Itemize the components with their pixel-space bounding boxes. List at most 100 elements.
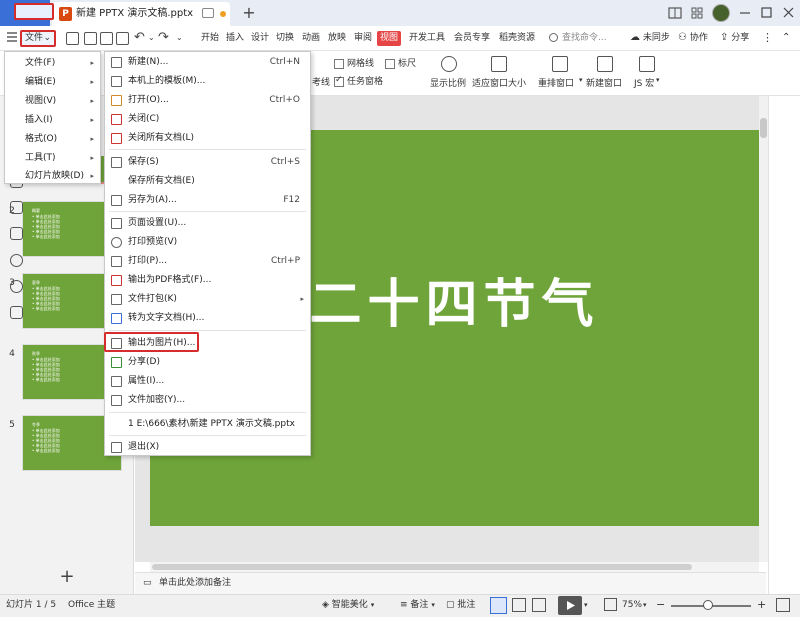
notes-toggle-button[interactable]: ≡ 备注 ▾ <box>400 594 435 616</box>
sorter-view-icon[interactable] <box>512 598 526 612</box>
comments-button[interactable]: ▢ 批注 <box>446 594 475 616</box>
menu-package-file[interactable]: 文件打包(K) ▸ <box>105 290 310 309</box>
maximize-icon[interactable] <box>756 3 778 23</box>
menu-item-tools[interactable]: 工具(T) ▸ <box>5 149 100 168</box>
fullscreen-icon[interactable] <box>776 598 790 612</box>
menu-save-all[interactable]: 保存所有文档(E) <box>105 172 310 191</box>
new-tab-button[interactable]: + <box>240 4 258 22</box>
arrange-window-icon[interactable] <box>552 56 568 72</box>
undo-icon[interactable]: ↶ <box>134 30 145 45</box>
arrange-window-button[interactable]: 重排窗口 <box>538 76 574 89</box>
search-input[interactable]: 查找命令... <box>548 30 620 46</box>
tab-animation[interactable]: 动画 <box>299 26 323 51</box>
menu-local-templates[interactable]: 本机上的模板(M)... <box>105 72 310 91</box>
menu-recent-file[interactable]: 1 E:\666\素材\新建 PPTX 演示文稿.pptx <box>105 415 310 434</box>
avatar[interactable] <box>712 4 730 22</box>
undo-dropdown-icon[interactable]: ⌄ <box>148 33 155 42</box>
task-pane-check[interactable] <box>334 75 344 87</box>
smart-beautify-button[interactable]: ◈ 智能美化 ▾ <box>322 594 374 616</box>
customize-toolbar-icon[interactable]: ⌄ <box>176 33 183 42</box>
menu-close-all[interactable]: 关闭所有文档(L) <box>105 129 310 148</box>
document-tab[interactable]: P 新建 PPTX 演示文稿.pptx <box>52 2 230 26</box>
redo-icon[interactable]: ↷ <box>158 30 169 45</box>
help-icon[interactable] <box>10 280 23 293</box>
location-icon[interactable] <box>10 254 23 267</box>
zoom-slider-handle[interactable] <box>703 600 713 610</box>
zoom-dropdown-icon[interactable]: ▾ <box>643 594 647 616</box>
print-preview-icon[interactable] <box>116 32 129 45</box>
menu-exit[interactable]: 退出(X) <box>105 438 310 457</box>
save-icon[interactable] <box>66 32 79 45</box>
menu-export-pdf[interactable]: 输出为PDF格式(F)... <box>105 271 310 290</box>
menu-print[interactable]: 打印(P)... Ctrl+P <box>105 252 310 271</box>
notes-pane[interactable]: ▭ 单击此处添加备注 <box>135 572 766 594</box>
menu-item-edit[interactable]: 编辑(E) ▸ <box>5 73 100 92</box>
menu-print-preview[interactable]: 打印预览(V) <box>105 233 310 252</box>
zoom-out-icon[interactable]: − <box>656 594 665 616</box>
tab-docer-resources[interactable]: 稻壳资源 <box>496 26 538 51</box>
menu-item-slideshow[interactable]: 幻灯片放映(D) ▸ <box>5 167 100 186</box>
js-macro-button[interactable]: JS 宏 <box>634 76 654 89</box>
gridlines-checkbox[interactable]: 网格线 <box>334 56 374 69</box>
more-options-icon[interactable]: ⋮ <box>762 30 773 46</box>
gridlines-check[interactable] <box>334 58 344 69</box>
fit-window-icon[interactable] <box>491 56 507 72</box>
tab-transition[interactable]: 切换 <box>273 26 297 51</box>
task-pane-checkbox[interactable]: 任务窗格 <box>334 74 383 87</box>
tab-developer[interactable]: 开发工具 <box>406 26 448 51</box>
layout-icon[interactable] <box>664 3 686 23</box>
vertical-scrollbar[interactable] <box>759 96 768 562</box>
reading-view-icon[interactable] <box>532 598 546 612</box>
collapse-ribbon-icon[interactable]: ⌃ <box>782 30 790 46</box>
js-macro-dropdown-icon[interactable]: ▾ <box>656 76 660 84</box>
new-window-icon[interactable] <box>597 56 613 72</box>
menu-item-insert[interactable]: 插入(I) ▸ <box>5 111 100 130</box>
add-slide-button[interactable]: + <box>58 568 76 586</box>
fit-window-button[interactable]: 适应窗口大小 <box>472 76 526 89</box>
play-slideshow-button[interactable] <box>558 596 582 615</box>
grid-view-icon[interactable] <box>686 3 708 23</box>
tab-home[interactable]: 开始 <box>198 26 222 51</box>
menu-properties[interactable]: 属性(I)... <box>105 372 310 391</box>
normal-view-icon[interactable] <box>490 597 507 614</box>
file-menu-button[interactable]: 文件 ⌄ <box>20 30 56 47</box>
menu-item-format[interactable]: 格式(O) ▸ <box>5 130 100 149</box>
menu-item-file[interactable]: 文件(F) ▸ <box>5 54 100 73</box>
tab-member[interactable]: 会员专享 <box>451 26 493 51</box>
presentation-icon[interactable] <box>10 227 23 240</box>
export-icon[interactable] <box>84 32 97 45</box>
menu-close[interactable]: 关闭(C) <box>105 110 310 129</box>
tab-slideshow[interactable]: 放映 <box>325 26 349 51</box>
tab-design[interactable]: 设计 <box>248 26 272 51</box>
menu-encrypt[interactable]: 文件加密(Y)... <box>105 391 310 410</box>
tab-view[interactable]: 视图 <box>377 31 402 46</box>
monitor-icon[interactable] <box>202 8 214 18</box>
image-panel-icon[interactable] <box>10 201 23 214</box>
zoom-level[interactable]: 75% <box>622 594 642 616</box>
hamburger-icon[interactable] <box>6 31 18 43</box>
fit-slide-icon[interactable] <box>604 598 617 611</box>
ruler-checkbox[interactable]: 标尺 <box>385 56 416 69</box>
play-options-icon[interactable]: ▾ <box>584 594 588 616</box>
menu-save[interactable]: 保存(S) Ctrl+S <box>105 153 310 172</box>
horizontal-scrollbar-thumb[interactable] <box>152 564 692 570</box>
zoom-in-icon[interactable]: + <box>757 594 766 616</box>
vertical-scrollbar-thumb[interactable] <box>760 118 767 138</box>
zoom-ratio-icon[interactable] <box>441 56 457 72</box>
share-button[interactable]: ⇪ 分享 <box>720 30 754 46</box>
collaborate-button[interactable]: ⚇ 协作 <box>678 30 718 46</box>
menu-new[interactable]: 新建(N)... Ctrl+N <box>105 53 310 72</box>
menu-share[interactable]: 分享(D) <box>105 353 310 372</box>
print-icon[interactable] <box>100 32 113 45</box>
tab-review[interactable]: 审阅 <box>351 26 375 51</box>
ruler-check[interactable] <box>385 58 395 69</box>
minimize-icon[interactable] <box>734 3 756 23</box>
sync-button[interactable]: ☁ 未同步 <box>630 30 672 46</box>
menu-save-as[interactable]: 另存为(A)... F12 <box>105 191 310 210</box>
menu-item-view[interactable]: 视图(V) ▸ <box>5 92 100 111</box>
new-window-button[interactable]: 新建窗口 <box>586 76 622 89</box>
arrange-dropdown-icon[interactable]: ▾ <box>579 76 583 84</box>
js-macro-icon[interactable] <box>639 56 655 72</box>
display-ratio-button[interactable]: 显示比例 <box>430 76 466 89</box>
tab-insert[interactable]: 插入 <box>223 26 247 51</box>
